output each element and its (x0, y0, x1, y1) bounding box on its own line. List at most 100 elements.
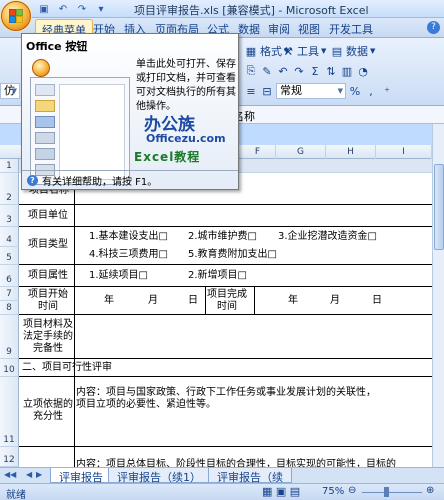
end-year: 年 (288, 295, 298, 306)
merge-icon[interactable]: ⊟ (260, 84, 274, 98)
row-header-8[interactable]: 8 (0, 301, 19, 315)
start-day: 日 (188, 295, 198, 306)
sheet-tab-report-cont1[interactable]: 评审报告（续1） (108, 468, 210, 484)
window-title: 项目评审报告.xls [兼容模式] - Microsoft Excel (134, 4, 369, 17)
start-year: 年 (104, 295, 114, 306)
type-option-3: 3.企业挖潜改造资金□ (278, 231, 377, 242)
new-doc-icon (35, 84, 55, 96)
row-header-12[interactable]: 12 (0, 447, 19, 467)
basis-label: 立项依据的充分性 (23, 399, 73, 422)
zoom-in-icon[interactable]: ⊕ (426, 485, 434, 496)
watermark-logo-sub: Excel教程 (134, 150, 201, 164)
undo-icon[interactable]: ↶ (55, 2, 71, 16)
copy-icon[interactable]: ⎘ (244, 64, 258, 78)
increase-decimal-icon[interactable]: ⁺ (380, 84, 394, 98)
percent-icon[interactable]: % (348, 84, 362, 98)
office-orb-icon (32, 59, 50, 77)
zoom-level[interactable]: 75% (322, 486, 344, 497)
open-folder-icon (35, 100, 55, 112)
title-bar: ▣ ↶ ↷ ▾ 项目评审报告.xls [兼容模式] - Microsoft Ex… (0, 0, 444, 18)
customize-qat-icon[interactable]: ▾ (93, 2, 109, 16)
zoom-out-icon[interactable]: ⊖ (348, 485, 356, 496)
watermark-logo-site: Officezu.com (146, 132, 226, 145)
project-unit-label: 项目单位 (28, 210, 68, 221)
data-menu[interactable]: ▤ 数据 ▼ (330, 42, 376, 60)
toolbar-row-2: ⎘ ✎ ↶ ↷ Σ ⇅ ▥ ◔ (244, 62, 370, 80)
materials-label: 项目材料及法定手续的完备性 (23, 319, 73, 354)
view-buttons[interactable]: ▦ ▣ ▤ (262, 485, 300, 498)
attribute-option-1: 1.延续项目□ (89, 270, 148, 281)
zoom-icon[interactable]: ◔ (356, 64, 370, 78)
row-header-5[interactable]: 5 (0, 247, 19, 265)
office-button-tooltip: Office 按钮 单击此处可打开、保存或打印文档，并可查看可对文档执行的所有其… (21, 33, 239, 190)
sum-icon[interactable]: Σ (308, 64, 322, 78)
row-header-9[interactable]: 9 (0, 315, 19, 359)
undo-icon[interactable]: ↶ (276, 64, 290, 78)
worksheet-grid[interactable]: 1 项目名称 2 3 项目单位 4 5 项目类型 1.基本建设支出□ 2.城市维… (0, 159, 432, 467)
column-header-f[interactable]: F (240, 145, 276, 159)
font-name-select[interactable]: 仿 (0, 83, 20, 99)
row-header-2[interactable]: 2 (0, 173, 19, 205)
chevron-down-icon: ▼ (370, 47, 376, 55)
font-row: 仿 (0, 82, 20, 100)
column-header-g[interactable]: G (276, 145, 326, 159)
column-header-i[interactable]: I (376, 145, 432, 159)
scrollbar-thumb[interactable] (434, 164, 444, 250)
office-button[interactable] (1, 1, 31, 31)
tab-developer[interactable]: 开发工具 (329, 21, 373, 37)
sheet-tab-report[interactable]: 评审报告 (50, 468, 112, 484)
chart-icon[interactable]: ▥ (340, 64, 354, 78)
row-header-6[interactable]: 6 (0, 265, 19, 287)
next-sheet-icon[interactable]: ▶ (36, 470, 42, 479)
tools-menu[interactable]: ⚒ 工具 ▼ (281, 42, 326, 60)
sheet-tab-report-cont2[interactable]: 评审报告（续 (208, 468, 292, 484)
column-header-h[interactable]: H (326, 145, 376, 159)
type-option-2: 2.城市维护费□ (188, 231, 257, 242)
row-header-4[interactable]: 4 (0, 227, 19, 247)
format-icon: ▦ (245, 44, 257, 58)
status-ready: 就绪 (6, 490, 26, 500)
section-feasibility: 二、项目可行性评审 (22, 362, 112, 373)
redo-icon[interactable]: ↷ (74, 2, 90, 16)
tools-icon: ⚒ (283, 44, 293, 58)
attribute-option-2: 2.新增项目□ (188, 270, 247, 281)
basis-content: 内容：项目与国家政策、行政下工作任务或事业发展计划的关联性，项目立项的必要性、紧… (76, 387, 376, 410)
zoom-slider-thumb[interactable] (384, 487, 389, 497)
tab-view[interactable]: 视图 (298, 21, 320, 37)
chevron-down-icon: ▼ (321, 47, 327, 55)
align-icon[interactable]: ≡ (244, 84, 258, 98)
tooltip-help: ? 有关详细帮助，请按 F1。 (22, 170, 238, 189)
grid-line (205, 287, 206, 315)
print-icon (35, 148, 55, 160)
type-option-5: 5.教育费附加支出□ (188, 249, 277, 260)
row-header-10[interactable]: 10 (0, 359, 19, 377)
first-sheet-icon[interactable]: ◀◀ (4, 470, 16, 479)
zoom-slider[interactable] (362, 492, 422, 493)
row-header-3[interactable]: 3 (0, 205, 19, 227)
redo-icon[interactable]: ↷ (292, 64, 306, 78)
row-header-7[interactable]: 7 (0, 287, 19, 301)
sheet-tab-bar: ◀◀ ◀ ▶ 评审报告 评审报告（续1） 评审报告（续 (0, 467, 444, 484)
preview-menu-icons (35, 84, 55, 180)
start-month: 月 (148, 295, 158, 306)
row-9 (19, 315, 432, 359)
end-month: 月 (330, 295, 340, 306)
comma-icon[interactable]: , (364, 84, 378, 98)
help-icon[interactable]: ? (427, 21, 440, 34)
office-logo-icon (9, 9, 23, 23)
vertical-scrollbar[interactable] (432, 124, 444, 467)
tab-data[interactable]: 数据 (238, 21, 260, 37)
sort-icon[interactable]: ⇅ (324, 64, 338, 78)
status-bar: 就绪 ▦ ▣ ▤ 75% ⊖ ⊕ (0, 483, 444, 500)
row-header-11[interactable]: 11 (0, 377, 19, 447)
tab-review[interactable]: 审阅 (268, 21, 290, 37)
tooltip-title: Office 按钮 (26, 40, 88, 53)
row-header-1[interactable]: 1 (0, 159, 19, 173)
format-painter-icon[interactable]: ✎ (260, 64, 274, 78)
end-time-label: 项目完成时间 (207, 289, 247, 312)
prev-sheet-icon[interactable]: ◀ (26, 470, 32, 479)
type-option-4: 4.科技三项费用□ (89, 249, 168, 260)
number-format-select[interactable]: 常规 (276, 83, 346, 99)
save-icon[interactable]: ▣ (36, 2, 52, 16)
save-icon (35, 116, 55, 128)
